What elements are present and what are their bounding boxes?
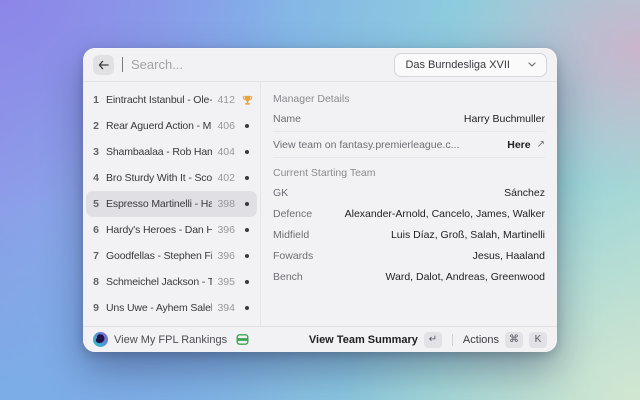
team-title: Uns Uwe - Ayhem Saleh xyxy=(106,302,212,314)
manager-details-header: Manager Details xyxy=(273,86,545,108)
search-input[interactable] xyxy=(131,57,386,72)
dot-icon xyxy=(241,254,253,258)
desktop-background: Das Burndesliga XVII 1 Eintracht Istanbu… xyxy=(0,0,640,400)
team-title: Eintracht Istanbul - Ole-... xyxy=(106,94,212,106)
divider xyxy=(273,131,545,132)
launcher-window: Das Burndesliga XVII 1 Eintracht Istanbu… xyxy=(83,48,557,352)
league-dropdown[interactable]: Das Burndesliga XVII xyxy=(394,53,547,77)
list-item[interactable]: 7 Goodfellas - Stephen Fi... 396 xyxy=(86,243,257,269)
dot-icon xyxy=(241,150,253,154)
rank-number: 8 xyxy=(91,276,101,288)
view-team-link-row[interactable]: View team on fantasy.premierleague.c... … xyxy=(273,134,545,155)
position-label: Bench xyxy=(273,271,303,283)
list-item[interactable]: 9 Uns Uwe - Ayhem Saleh 394 xyxy=(86,295,257,321)
name-row: Name Harry Buchmuller xyxy=(273,108,545,129)
bench-row: Bench Ward, Dalot, Andreas, Greenwood xyxy=(273,266,545,287)
position-label: Defence xyxy=(273,208,312,220)
dot-icon xyxy=(241,280,253,284)
back-button[interactable] xyxy=(93,55,114,75)
rank-number: 7 xyxy=(91,250,101,262)
team-title: Schmeichel Jackson - T... xyxy=(106,276,212,288)
team-score: 394 xyxy=(217,302,235,314)
dot-icon xyxy=(241,124,253,128)
list-item[interactable]: 1 Eintracht Istanbul - Ole-... 412 xyxy=(86,87,257,113)
dot-icon xyxy=(241,176,253,180)
actions-button[interactable]: Actions xyxy=(463,334,499,346)
gk-row: GK Sánchez xyxy=(273,182,545,203)
starting-team-header: Current Starting Team xyxy=(273,160,545,182)
team-score: 412 xyxy=(217,94,235,106)
team-title: Rear Aguerd Action - M... xyxy=(106,120,212,132)
name-value: Harry Buchmuller xyxy=(464,113,545,125)
position-label: Fowards xyxy=(273,250,313,262)
list-item[interactable]: 8 Schmeichel Jackson - T... 395 xyxy=(86,269,257,295)
team-title: Espresso Martinelli - Ha... xyxy=(106,198,212,210)
team-score: 406 xyxy=(217,120,235,132)
rank-number: 3 xyxy=(91,146,101,158)
team-score: 398 xyxy=(217,198,235,210)
green-list-icon xyxy=(236,333,249,346)
team-score: 396 xyxy=(217,250,235,262)
league-dropdown-value: Das Burndesliga XVII xyxy=(405,59,510,71)
team-title: Bro Sturdy With It - Sco... xyxy=(106,172,212,184)
view-team-summary-button[interactable]: View Team Summary xyxy=(309,334,418,346)
detail-panel: Manager Details Name Harry Buchmuller Vi… xyxy=(261,82,557,326)
link-text: Here xyxy=(507,139,530,151)
team-score: 402 xyxy=(217,172,235,184)
window-body: 1 Eintracht Istanbul - Ole-... 412 2 Rea… xyxy=(83,82,557,326)
position-value: Luis Díaz, Groß, Salah, Martinelli xyxy=(391,229,545,241)
team-title: Goodfellas - Stephen Fi... xyxy=(106,250,212,262)
header-bar: Das Burndesliga XVII xyxy=(83,48,557,82)
action-bar: View My FPL Rankings View Team Summary ↵… xyxy=(83,326,557,352)
position-label: GK xyxy=(273,187,288,199)
team-score: 396 xyxy=(217,224,235,236)
arrow-left-icon xyxy=(98,60,109,70)
team-score: 404 xyxy=(217,146,235,158)
chevron-down-icon xyxy=(528,62,536,67)
cmd-key-icon: ⌘ xyxy=(505,332,523,348)
text-caret xyxy=(122,57,123,72)
list-item[interactable]: 3 Shambaalaa - Rob Hami... 404 xyxy=(86,139,257,165)
view-team-link[interactable]: Here ↗ xyxy=(507,139,545,151)
trophy-icon xyxy=(241,95,253,106)
position-value: Jesus, Haaland xyxy=(473,250,545,262)
rank-number: 1 xyxy=(91,94,101,106)
forwards-row: Fowards Jesus, Haaland xyxy=(273,245,545,266)
rank-number: 6 xyxy=(91,224,101,236)
list-item[interactable]: 2 Rear Aguerd Action - M... 406 xyxy=(86,113,257,139)
divider xyxy=(273,157,545,158)
list-item[interactable]: 6 Hardy's Heroes - Dan H... 396 xyxy=(86,217,257,243)
team-score: 395 xyxy=(217,276,235,288)
k-key-icon: K xyxy=(529,332,547,348)
rank-number: 2 xyxy=(91,120,101,132)
position-value: Ward, Dalot, Andreas, Greenwood xyxy=(385,271,545,283)
defence-row: Defence Alexander-Arnold, Cancelo, James… xyxy=(273,203,545,224)
team-title: Shambaalaa - Rob Hami... xyxy=(106,146,212,158)
rank-number: 4 xyxy=(91,172,101,184)
position-value: Alexander-Arnold, Cancelo, James, Walker xyxy=(345,208,545,220)
footer-command-label: View My FPL Rankings xyxy=(114,334,227,346)
name-label: Name xyxy=(273,113,301,125)
fpl-logo-icon xyxy=(93,332,108,347)
dot-icon xyxy=(241,306,253,310)
rankings-list: 1 Eintracht Istanbul - Ole-... 412 2 Rea… xyxy=(83,82,261,326)
position-value: Sánchez xyxy=(504,187,545,199)
list-item-selected[interactable]: 5 Espresso Martinelli - Ha... 398 xyxy=(86,191,257,217)
midfield-row: Midfield Luis Díaz, Groß, Salah, Martine… xyxy=(273,224,545,245)
view-team-link-label: View team on fantasy.premierleague.c... xyxy=(273,139,459,151)
dot-icon xyxy=(241,202,253,206)
arrow-up-right-icon: ↗ xyxy=(537,139,545,150)
footer-divider xyxy=(452,334,453,346)
rank-number: 5 xyxy=(91,198,101,210)
enter-key-icon: ↵ xyxy=(424,332,442,348)
list-item[interactable]: 4 Bro Sturdy With It - Sco... 402 xyxy=(86,165,257,191)
position-label: Midfield xyxy=(273,229,309,241)
rank-number: 9 xyxy=(91,302,101,314)
dot-icon xyxy=(241,228,253,232)
team-title: Hardy's Heroes - Dan H... xyxy=(106,224,212,236)
